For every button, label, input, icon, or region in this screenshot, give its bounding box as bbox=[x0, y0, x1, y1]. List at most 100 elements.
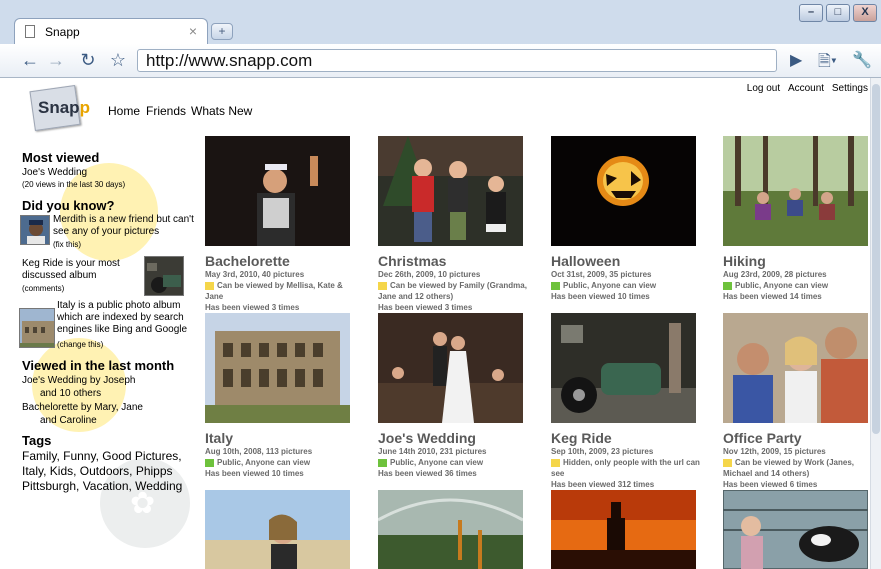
album-card[interactable]: Italy Aug 10th, 2008, 113 pictures Publi… bbox=[205, 313, 355, 479]
friend-avatar[interactable] bbox=[20, 215, 50, 245]
page-icon bbox=[25, 25, 35, 38]
tab-title: Snapp bbox=[45, 25, 80, 39]
album-card[interactable]: Hiking Aug 23rd, 2009, 28 pictures Publi… bbox=[723, 136, 870, 302]
web-page: Snapp Home Friends Whats New Log out Acc… bbox=[0, 78, 870, 569]
bookmark-star-icon[interactable]: ☆ bbox=[106, 49, 130, 71]
album-card[interactable]: Halloween Oct 31st, 2009, 35 pictures Pu… bbox=[551, 136, 701, 302]
most-viewed-count: (20 views in the last 30 days) bbox=[22, 180, 126, 189]
most-viewed-album[interactable]: Joe's Wedding bbox=[22, 167, 87, 179]
nav-friends[interactable]: Friends bbox=[146, 104, 186, 118]
album-privacy: Public, Anyone can view bbox=[723, 280, 870, 291]
back-icon[interactable]: ← bbox=[18, 49, 42, 71]
vertical-scrollbar[interactable] bbox=[870, 78, 881, 569]
change-this-link[interactable]: (change this) bbox=[57, 340, 103, 349]
address-bar[interactable]: http://www.snapp.com bbox=[137, 49, 777, 72]
album-photo[interactable] bbox=[551, 490, 696, 569]
album-date: Dec 26th, 2009, 10 pictures bbox=[378, 270, 481, 279]
nav-whats-new[interactable]: Whats New bbox=[191, 104, 252, 118]
go-icon[interactable]: ▶ bbox=[790, 50, 802, 70]
album-views: Has been viewed 36 times bbox=[378, 469, 477, 478]
viewed-item-1[interactable]: Joe's Wedding by Joseph bbox=[22, 375, 135, 387]
tags-heading: Tags bbox=[22, 433, 52, 448]
album-photo[interactable] bbox=[205, 136, 350, 246]
album-title[interactable]: Keg Ride bbox=[551, 430, 701, 446]
tip-new-friend: Merdith is a new friend but can't see an… bbox=[53, 214, 194, 237]
browser-titlebar: – □ X Snapp × + bbox=[0, 0, 881, 44]
tip-public-album: Italy is a public photo album which are … bbox=[57, 300, 188, 335]
tags-list[interactable]: Family, Funny, Good Pictures, Italy, Kid… bbox=[22, 449, 198, 494]
logout-link[interactable]: Log out bbox=[747, 83, 780, 94]
album-title[interactable]: Office Party bbox=[723, 430, 870, 446]
album-photo[interactable] bbox=[551, 136, 696, 246]
album-title[interactable]: Bachelorette bbox=[205, 253, 355, 269]
album-date: Nov 12th, 2009, 15 pictures bbox=[723, 447, 826, 456]
wrench-icon[interactable]: 🔧 bbox=[852, 50, 872, 70]
viewed-item-2[interactable]: Bachelorette by Mary, Jane bbox=[22, 402, 143, 414]
album-photo[interactable] bbox=[205, 313, 350, 423]
album-title[interactable]: Joe's Wedding bbox=[378, 430, 528, 446]
page-menu-icon[interactable]: 🗎▾ bbox=[818, 50, 837, 77]
privacy-status-icon bbox=[378, 458, 387, 467]
album-photo[interactable] bbox=[378, 136, 523, 246]
album-card[interactable]: Christmas Dec 26th, 2009, 10 pictures Ca… bbox=[378, 136, 528, 313]
album-photo[interactable] bbox=[723, 313, 868, 423]
album-privacy: Can be viewed by Work (Janes, Michael an… bbox=[723, 458, 855, 478]
album-views: Has been viewed 3 times bbox=[205, 303, 300, 312]
scrollbar-thumb[interactable] bbox=[872, 84, 880, 434]
album-photo[interactable] bbox=[378, 313, 523, 423]
account-links: Log out Account Settings bbox=[742, 83, 868, 94]
snapp-logo[interactable]: Snapp bbox=[28, 84, 90, 132]
album-photo[interactable] bbox=[551, 313, 696, 423]
tip-discussed-album: Keg Ride is your most discussed album bbox=[22, 258, 120, 281]
album-photo[interactable] bbox=[723, 490, 868, 569]
browser-tab[interactable]: Snapp × bbox=[14, 18, 208, 44]
album-date: Sep 10th, 2009, 23 pictures bbox=[551, 447, 654, 456]
privacy-status-icon bbox=[723, 458, 732, 467]
album-date: May 3rd, 2010, 40 pictures bbox=[205, 270, 305, 279]
album-card[interactable]: Joe's Wedding June 14th 2010, 231 pictur… bbox=[378, 313, 528, 479]
comments-link[interactable]: (comments) bbox=[22, 284, 64, 293]
album-privacy: Can be viewed by Mellisa, Kate & Jane bbox=[205, 281, 343, 301]
privacy-status-icon bbox=[551, 281, 560, 290]
album-photo[interactable] bbox=[378, 490, 523, 569]
album-views: Has been viewed 14 times bbox=[723, 292, 822, 301]
album-views: Has been viewed 10 times bbox=[205, 469, 304, 478]
logo-text: Snapp bbox=[38, 98, 90, 117]
reload-icon[interactable]: ↻ bbox=[76, 49, 100, 71]
album-views: Has been viewed 312 times bbox=[551, 480, 655, 489]
fix-this-link[interactable]: (fix this) bbox=[53, 240, 81, 249]
new-tab-button[interactable]: + bbox=[211, 23, 233, 40]
privacy-status-icon bbox=[205, 458, 214, 467]
minimize-button[interactable]: – bbox=[799, 4, 823, 22]
album-title[interactable]: Hiking bbox=[723, 253, 870, 269]
settings-link[interactable]: Settings bbox=[832, 83, 868, 94]
album-card[interactable]: Bachelorette May 3rd, 2010, 40 pictures … bbox=[205, 136, 355, 313]
most-viewed-heading: Most viewed bbox=[22, 150, 100, 165]
album-card[interactable]: Keg Ride Sep 10th, 2009, 23 pictures Hid… bbox=[551, 313, 701, 490]
album-card[interactable]: Office Party Nov 12th, 2009, 15 pictures… bbox=[723, 313, 870, 490]
album-date: Aug 23rd, 2009, 28 pictures bbox=[723, 270, 827, 279]
tab-close-icon[interactable]: × bbox=[189, 23, 197, 39]
album-title[interactable]: Italy bbox=[205, 430, 355, 446]
close-window-button[interactable]: X bbox=[853, 4, 877, 22]
album-date: Aug 10th, 2008, 113 pictures bbox=[205, 447, 313, 456]
nav-home[interactable]: Home bbox=[108, 104, 140, 118]
privacy-status-icon bbox=[723, 281, 732, 290]
album-photo[interactable] bbox=[205, 490, 350, 569]
album-title[interactable]: Christmas bbox=[378, 253, 528, 269]
album-privacy: Public, Anyone can view bbox=[551, 280, 701, 291]
browser-toolbar: ← → ↻ ☆ http://www.snapp.com ▶ 🗎▾ 🔧 bbox=[0, 44, 881, 78]
keg-ride-thumbnail[interactable] bbox=[144, 256, 184, 296]
forward-icon[interactable]: → bbox=[44, 49, 68, 71]
album-privacy: Can be viewed by Family (Grandma, Jane a… bbox=[378, 281, 527, 301]
account-link[interactable]: Account bbox=[788, 83, 824, 94]
maximize-button[interactable]: □ bbox=[826, 4, 850, 22]
album-views: Has been viewed 6 times bbox=[723, 480, 818, 489]
album-photo[interactable] bbox=[723, 136, 868, 246]
album-views: Has been viewed 3 times bbox=[378, 303, 473, 312]
url-text: http://www.snapp.com bbox=[146, 51, 313, 70]
italy-thumbnail[interactable] bbox=[19, 308, 55, 348]
privacy-status-icon bbox=[551, 458, 560, 467]
album-privacy: Hidden, only people with the url can see bbox=[551, 458, 700, 478]
album-title[interactable]: Halloween bbox=[551, 253, 701, 269]
